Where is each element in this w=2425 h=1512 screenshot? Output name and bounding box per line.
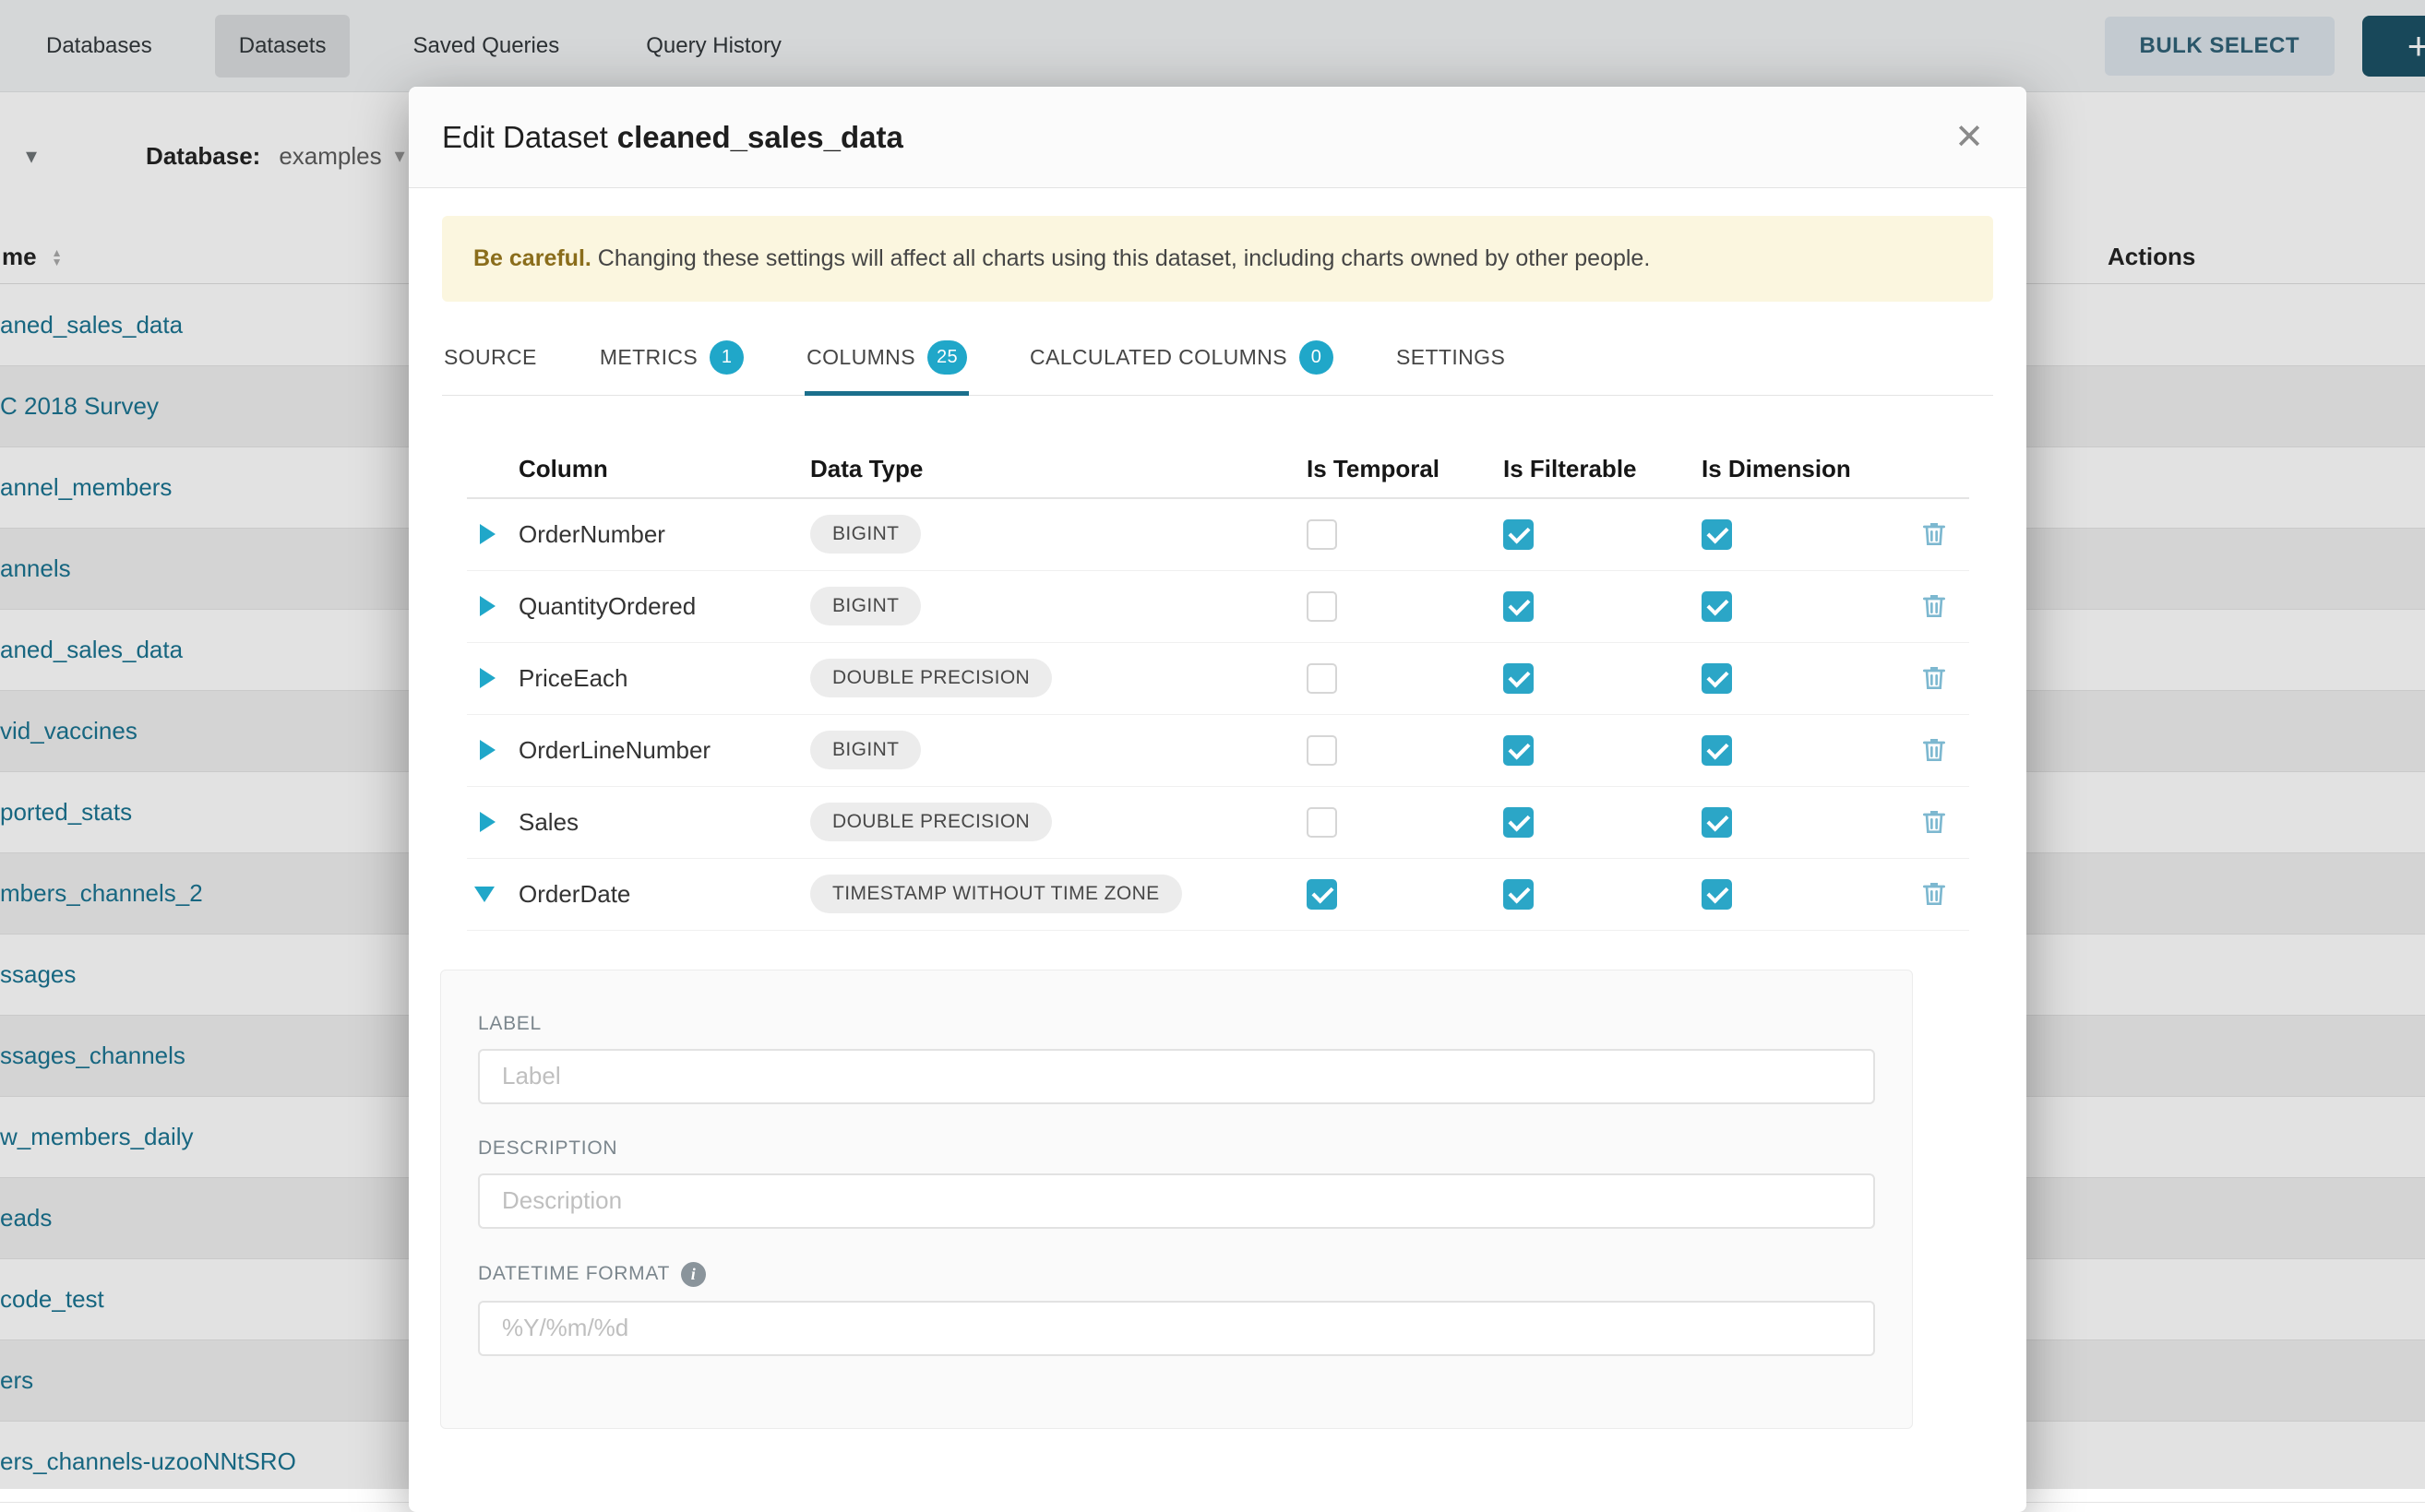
expand-caret-icon[interactable] (480, 740, 496, 760)
is-filterable-checkbox[interactable] (1503, 591, 1534, 622)
column-name: OrderDate (519, 880, 810, 909)
column-name: OrderNumber (519, 520, 810, 549)
delete-column-button[interactable] (1919, 591, 1949, 621)
header-is-dimension: Is Dimension (1702, 455, 1913, 483)
tab-label: COLUMNS (806, 345, 915, 370)
tab-settings[interactable]: SETTINGS (1394, 327, 1507, 395)
label-input[interactable] (478, 1049, 1875, 1104)
tab-metrics[interactable]: METRICS 1 (598, 327, 746, 395)
is-filterable-checkbox[interactable] (1503, 807, 1534, 838)
is-filterable-checkbox[interactable] (1503, 879, 1534, 910)
is-dimension-checkbox[interactable] (1702, 519, 1732, 550)
tab-source[interactable]: SOURCE (442, 327, 539, 395)
is-filterable-checkbox[interactable] (1503, 663, 1534, 694)
datetime-format-input[interactable] (478, 1301, 1875, 1356)
is-filterable-checkbox[interactable] (1503, 519, 1534, 550)
column-row-quantityordered: QuantityOrdered BIGINT (467, 571, 1969, 643)
column-row-orderdate: OrderDate TIMESTAMP WITHOUT TIME ZONE (467, 859, 1969, 931)
is-dimension-checkbox[interactable] (1702, 735, 1732, 766)
expand-caret-icon[interactable] (480, 668, 496, 688)
modal-title-prefix: Edit Dataset (442, 120, 608, 154)
modal-header: Edit Dataset cleaned_sales_data ✕ (409, 87, 2026, 188)
header-is-filterable: Is Filterable (1503, 455, 1702, 483)
data-type-pill: DOUBLE PRECISION (810, 803, 1052, 841)
expand-caret-icon[interactable] (480, 812, 496, 832)
tab-calculated-columns[interactable]: CALCULATED COLUMNS 0 (1028, 327, 1335, 395)
is-dimension-checkbox[interactable] (1702, 663, 1732, 694)
warning-text: Changing these settings will affect all … (591, 245, 1650, 271)
header-column: Column (519, 455, 810, 483)
description-field-label: DESCRIPTION (478, 1137, 1875, 1160)
is-temporal-checkbox[interactable] (1307, 591, 1337, 622)
is-temporal-checkbox[interactable] (1307, 735, 1337, 766)
column-name: QuantityOrdered (519, 592, 810, 621)
tab-label: SOURCE (444, 345, 537, 370)
delete-column-button[interactable] (1919, 879, 1949, 909)
description-input[interactable] (478, 1173, 1875, 1229)
header-data-type: Data Type (810, 455, 1307, 483)
warning-banner: Be careful. Changing these settings will… (442, 216, 1993, 302)
column-row-orderlinenumber: OrderLineNumber BIGINT (467, 715, 1969, 787)
modal-body: Be careful. Changing these settings will… (409, 216, 2026, 1429)
column-name: OrderLineNumber (519, 736, 810, 765)
expand-caret-icon[interactable] (480, 524, 496, 544)
is-dimension-checkbox[interactable] (1702, 807, 1732, 838)
is-temporal-checkbox[interactable] (1307, 519, 1337, 550)
column-row-ordernumber: OrderNumber BIGINT (467, 499, 1969, 571)
column-name: Sales (519, 808, 810, 837)
label-field-label: LABEL (478, 1013, 1875, 1035)
tab-label: SETTINGS (1396, 345, 1505, 370)
metrics-count-badge: 1 (710, 340, 744, 375)
column-row-priceeach: PriceEach DOUBLE PRECISION (467, 643, 1969, 715)
column-name: PriceEach (519, 664, 810, 693)
modal-tabs: SOURCE METRICS 1 COLUMNS 25 CALCULATED C… (442, 327, 1993, 396)
data-type-pill: BIGINT (810, 731, 921, 769)
columns-table-header: Column Data Type Is Temporal Is Filterab… (467, 442, 1969, 499)
delete-column-button[interactable] (1919, 807, 1949, 837)
info-icon[interactable]: i (681, 1262, 706, 1287)
data-type-pill: BIGINT (810, 587, 921, 625)
is-dimension-checkbox[interactable] (1702, 879, 1732, 910)
is-filterable-checkbox[interactable] (1503, 735, 1534, 766)
delete-column-button[interactable] (1919, 663, 1949, 693)
columns-table: Column Data Type Is Temporal Is Filterab… (467, 442, 1969, 931)
dataset-name: cleaned_sales_data (617, 120, 903, 154)
is-temporal-checkbox[interactable] (1307, 879, 1337, 910)
data-type-pill: BIGINT (810, 515, 921, 554)
column-row-sales: Sales DOUBLE PRECISION (467, 787, 1969, 859)
description-field-group: DESCRIPTION (478, 1137, 1875, 1229)
datetime-format-field-group: DATETIME FORMAT i (478, 1262, 1875, 1356)
is-dimension-checkbox[interactable] (1702, 591, 1732, 622)
label-field-group: LABEL (478, 1013, 1875, 1104)
is-temporal-checkbox[interactable] (1307, 807, 1337, 838)
is-temporal-checkbox[interactable] (1307, 663, 1337, 694)
tab-label: CALCULATED COLUMNS (1030, 345, 1287, 370)
tab-label: METRICS (600, 345, 698, 370)
datetime-format-field-label: DATETIME FORMAT (478, 1263, 670, 1285)
expand-caret-icon[interactable] (480, 596, 496, 616)
modal-title: Edit Dataset cleaned_sales_data (442, 120, 903, 155)
header-is-temporal: Is Temporal (1307, 455, 1503, 483)
edit-dataset-modal: Edit Dataset cleaned_sales_data ✕ Be care… (409, 87, 2026, 1512)
delete-column-button[interactable] (1919, 519, 1949, 549)
data-type-pill: TIMESTAMP WITHOUT TIME ZONE (810, 875, 1182, 913)
data-type-pill: DOUBLE PRECISION (810, 659, 1052, 697)
delete-column-button[interactable] (1919, 735, 1949, 765)
close-icon[interactable]: ✕ (1954, 120, 1984, 155)
calculated-columns-count-badge: 0 (1299, 340, 1333, 375)
collapse-caret-icon[interactable] (474, 887, 495, 902)
column-detail-panel: LABEL DESCRIPTION DATETIME FORMAT i (440, 970, 1913, 1429)
tab-columns[interactable]: COLUMNS 25 (805, 327, 969, 395)
columns-count-badge: 25 (927, 340, 967, 375)
warning-bold: Be careful. (473, 245, 591, 271)
